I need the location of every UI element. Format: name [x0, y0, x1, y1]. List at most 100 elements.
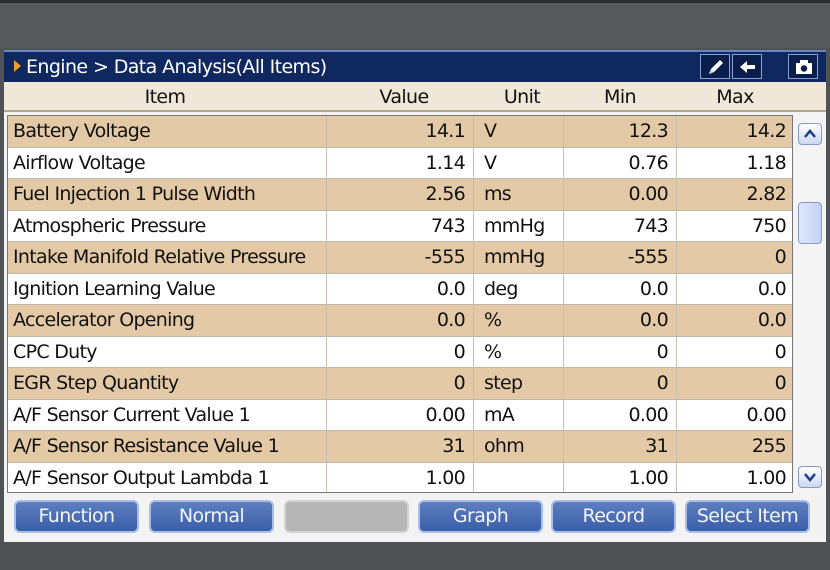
table-row[interactable]: A/F Sensor Resistance Value 1 31 ohm 31 …	[8, 431, 792, 463]
item-min: 743	[564, 210, 677, 242]
table-row[interactable]: A/F Sensor Output Lambda 1 1.00 1.00 1.0…	[8, 462, 792, 492]
breadcrumb-title: Engine > Data Analysis(All Items)	[26, 56, 327, 78]
table-row[interactable]: A/F Sensor Current Value 1 0.00 mA 0.00 …	[8, 399, 792, 431]
table-row[interactable]: CPC Duty 0 % 0 0	[8, 336, 792, 368]
item-value: 0	[327, 336, 474, 368]
item-max: 0.0	[757, 277, 787, 300]
item-name: Intake Manifold Relative Pressure	[8, 242, 327, 273]
normal-button[interactable]: Normal	[149, 500, 274, 533]
scroll-thumb[interactable]	[798, 202, 822, 244]
empty-button	[284, 500, 409, 533]
item-max: 0	[774, 372, 787, 394]
table-header: Item Value Unit Min Max	[4, 82, 826, 112]
item-min: 1.00	[564, 462, 677, 492]
item-min: -555	[564, 242, 677, 273]
item-max: 1.00	[746, 466, 786, 489]
back-arrow-icon	[740, 61, 755, 73]
table-row[interactable]: Airflow Voltage 1.14 V 0.76 1.18	[8, 147, 792, 179]
item-name: A/F Sensor Output Lambda 1	[8, 462, 327, 492]
pencil-button[interactable]	[700, 54, 730, 79]
camera-icon	[796, 60, 812, 74]
column-header-value: Value	[379, 86, 429, 108]
column-header-unit: Unit	[503, 86, 541, 108]
item-value: 2.56	[327, 179, 474, 210]
item-value: -555	[327, 242, 474, 273]
table-row[interactable]: Battery Voltage 14.1 V 12.3 14.2	[8, 116, 792, 148]
table-row[interactable]: Intake Manifold Relative Pressure -555 m…	[8, 242, 792, 274]
item-unit: V	[474, 116, 564, 147]
data-analysis-window: Engine > Data Analysis(All Items) Item V…	[4, 50, 826, 542]
vertical-scrollbar[interactable]	[794, 115, 826, 493]
table-row[interactable]: Ignition Learning Value 0.0 deg 0.0 0.0	[8, 273, 792, 305]
screenshot-button[interactable]	[788, 54, 818, 79]
function-button[interactable]: Function	[14, 500, 139, 533]
item-unit: step	[474, 368, 564, 399]
graph-button[interactable]: Graph	[418, 500, 543, 533]
item-name: CPC Duty	[8, 336, 327, 368]
table-row[interactable]: EGR Step Quantity 0 step 0 0	[8, 368, 792, 400]
item-name: Ignition Learning Value	[8, 273, 327, 305]
item-name: Atmospheric Pressure	[8, 210, 327, 242]
item-name: Accelerator Opening	[8, 305, 327, 336]
item-value: 1.14	[327, 147, 474, 179]
item-name: Battery Voltage	[8, 116, 327, 147]
item-name: A/F Sensor Resistance Value 1	[8, 431, 327, 462]
item-name: A/F Sensor Current Value 1	[8, 399, 327, 431]
item-min: 0.0	[564, 305, 677, 336]
item-name: EGR Step Quantity	[8, 368, 327, 399]
item-name: Airflow Voltage	[8, 147, 327, 179]
item-min: 31	[564, 431, 677, 462]
scroll-up-button[interactable]	[798, 123, 822, 145]
column-header-min: Min	[604, 86, 637, 108]
bottom-bar	[0, 542, 830, 570]
item-name: Fuel Injection 1 Pulse Width	[8, 179, 327, 210]
item-min: 0.00	[564, 399, 677, 431]
item-max: 0.00	[746, 403, 786, 426]
top-status-bar	[0, 0, 830, 48]
item-value: 0.0	[327, 273, 474, 305]
column-header-max: Max	[716, 86, 754, 108]
item-max: 750	[751, 214, 787, 237]
item-value: 31	[327, 431, 474, 462]
item-min: 0.00	[564, 179, 677, 210]
breadcrumb-arrow-icon	[14, 60, 21, 72]
item-unit: V	[474, 147, 564, 179]
item-unit: %	[474, 305, 564, 336]
item-max: 2.82	[746, 183, 786, 205]
chevron-up-icon	[804, 129, 816, 138]
item-max: 255	[751, 435, 787, 457]
item-unit: deg	[474, 273, 564, 305]
table-row[interactable]: Fuel Injection 1 Pulse Width 2.56 ms 0.0…	[8, 179, 792, 211]
item-unit: mmHg	[474, 210, 564, 242]
item-max: 14.2	[746, 120, 786, 142]
data-table: Battery Voltage 14.1 V 12.3 14.2 Airflow…	[7, 115, 793, 493]
item-min: 0.0	[564, 273, 677, 305]
table-row[interactable]: Accelerator Opening 0.0 % 0.0 0.0	[8, 305, 792, 337]
item-max: 0	[774, 340, 787, 363]
item-max: 0.0	[757, 309, 787, 331]
item-unit: mA	[474, 399, 564, 431]
table-row[interactable]: Atmospheric Pressure 743 mmHg 743 750	[8, 210, 792, 242]
chevron-down-icon	[804, 473, 816, 482]
select-item-button[interactable]: Select Item	[685, 500, 810, 533]
column-header-item: Item	[144, 86, 186, 108]
back-button[interactable]	[732, 54, 762, 79]
item-unit: %	[474, 336, 564, 368]
record-button[interactable]: Record	[551, 500, 676, 533]
item-value: 0.00	[327, 399, 474, 431]
item-value: 0	[327, 368, 474, 399]
item-min: 0	[564, 368, 677, 399]
item-min: 12.3	[564, 116, 677, 147]
scroll-down-button[interactable]	[798, 466, 822, 488]
title-bar: Engine > Data Analysis(All Items)	[4, 50, 826, 82]
item-value: 14.1	[327, 116, 474, 147]
item-unit: ms	[474, 179, 564, 210]
item-unit: ohm	[474, 431, 564, 462]
function-button-bar: Function Normal Graph Record Select Item	[4, 497, 826, 542]
pencil-icon	[709, 60, 723, 74]
item-min: 0.76	[564, 147, 677, 179]
item-value: 743	[327, 210, 474, 242]
item-unit	[474, 462, 564, 492]
item-value: 1.00	[327, 462, 474, 492]
item-unit: mmHg	[474, 242, 564, 273]
